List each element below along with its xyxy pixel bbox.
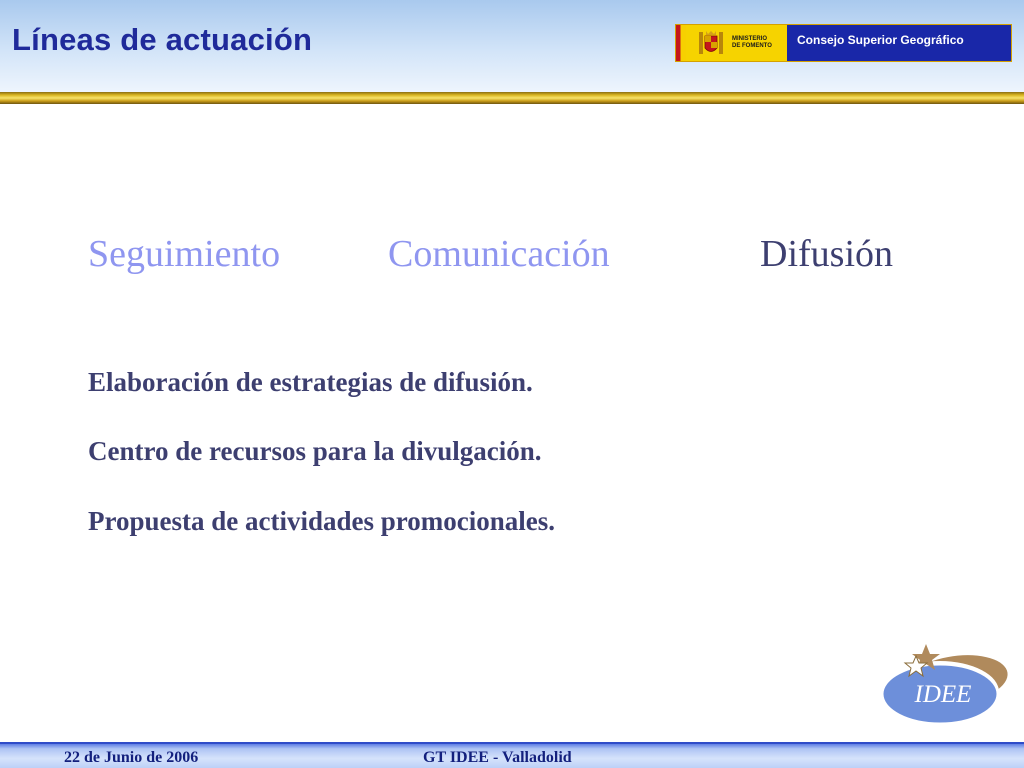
footer-band: 22 de Junio de 2006 GT IDEE - Valladolid bbox=[0, 742, 1024, 768]
ministry-emblem-block: MINISTERIO DE FOMENTO bbox=[686, 25, 787, 61]
line-item: Elaboración de estrategias de difusión. bbox=[88, 367, 533, 397]
category-difusion: Difusión bbox=[760, 233, 893, 275]
footer-event: GT IDEE - Valladolid bbox=[423, 749, 572, 766]
category-seguimiento: Seguimiento bbox=[88, 233, 281, 275]
coat-of-arms-icon bbox=[699, 31, 723, 54]
footer-date: 22 de Junio de 2006 bbox=[64, 749, 199, 766]
category-comunicacion: Comunicación bbox=[388, 233, 610, 275]
line-item: Propuesta de actividades promocionales. bbox=[88, 506, 556, 536]
idee-logo: IDEE bbox=[880, 644, 1008, 726]
header-band: Líneas de actuación MINISTERIO DE FOMENT… bbox=[0, 0, 1024, 92]
ministry-logo: MINISTERIO DE FOMENTO Consejo Superior G… bbox=[675, 24, 1012, 62]
organization-name: Consejo Superior Geográfico bbox=[787, 25, 1011, 61]
line-item: Centro de recursos para la divulgación. bbox=[88, 436, 542, 466]
idee-logo-text: IDEE bbox=[914, 681, 972, 708]
slide: Líneas de actuación MINISTERIO DE FOMENT… bbox=[0, 0, 1024, 768]
ministry-name: MINISTERIO DE FOMENTO bbox=[732, 36, 772, 49]
slide-title: Líneas de actuación bbox=[12, 22, 313, 57]
spanish-flag-strip bbox=[676, 25, 686, 61]
gold-divider bbox=[0, 92, 1024, 104]
